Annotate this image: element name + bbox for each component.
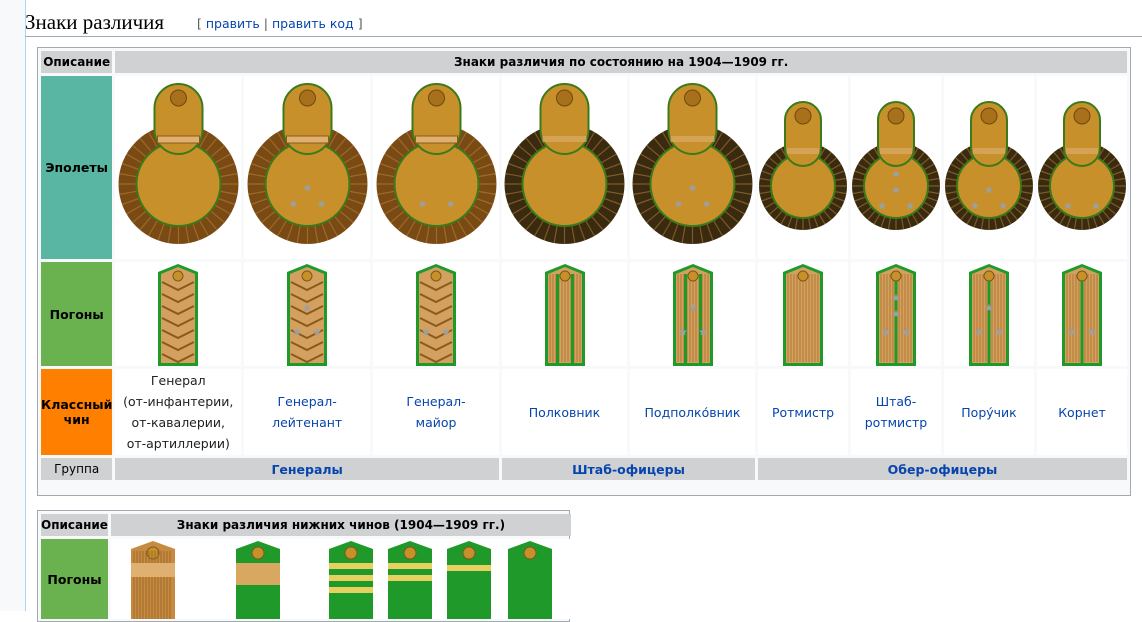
- row-label-pogony: Погоны: [41, 262, 113, 366]
- rank-link[interactable]: Штаб-ротмистр: [851, 391, 941, 433]
- epaulette-icon: [118, 82, 239, 244]
- epaulette-icon: [247, 82, 368, 244]
- shoulder-board-cell[interactable]: [851, 262, 941, 366]
- epaulette-cell[interactable]: [502, 76, 627, 259]
- row-label-epaulettes: Эполеты: [41, 76, 113, 259]
- epaulette-cell[interactable]: [630, 76, 755, 259]
- lower-ranks-boards[interactable]: [110, 539, 571, 619]
- rank-name[interactable]: Полковник: [502, 369, 627, 455]
- shoulder-board-icon: [287, 264, 328, 366]
- epaulette-cell[interactable]: [851, 76, 941, 259]
- edit-code-link[interactable]: править код: [272, 16, 354, 31]
- section-title: Знаки различия: [25, 10, 165, 34]
- epaulette-icon: [504, 82, 625, 244]
- epaulette-icon: [852, 100, 940, 230]
- group-generals[interactable]: Генералы: [115, 458, 499, 480]
- insignia-table-officers: Описание Знаки различия по состоянию на …: [37, 47, 1131, 496]
- shoulder-board-icon: [544, 264, 585, 366]
- epaulette-cell[interactable]: [758, 76, 848, 259]
- rank-link[interactable]: Пору́чик: [944, 402, 1034, 423]
- epaulette-icon: [632, 82, 753, 244]
- rank-name: Генерал (от-инфантерии, от-кавалерии, от-ар…: [115, 369, 242, 455]
- row-label-class: Классный чин: [41, 369, 113, 455]
- main-header: Знаки различия по состоянию на 1904—1909…: [115, 51, 1127, 73]
- epaulette-icon: [945, 100, 1033, 230]
- shoulder-board-cell[interactable]: [115, 262, 242, 366]
- row-label-group: Группа: [41, 458, 113, 480]
- shoulder-board-icon: [672, 264, 713, 366]
- rank-name[interactable]: Штаб-ротмистр: [851, 369, 941, 455]
- shoulder-board-cell[interactable]: [630, 262, 755, 366]
- rank-label: Генерал (от-инфантерии, от-кавалерии, от-ар…: [123, 373, 234, 451]
- rank-name[interactable]: Пору́чик: [944, 369, 1034, 455]
- epaulette-cell[interactable]: [373, 76, 499, 259]
- epaulette-cell[interactable]: [244, 76, 371, 259]
- shoulder-board-icon: [416, 264, 457, 366]
- edit-links: [ править | править код ]: [197, 16, 363, 31]
- epaulette-icon: [376, 82, 497, 244]
- shoulder-board-icon: [158, 264, 199, 366]
- rank-name[interactable]: Генерал-лейтенант: [244, 369, 371, 455]
- rank-name[interactable]: Корнет: [1037, 369, 1127, 455]
- rank-link[interactable]: Полковник: [502, 402, 627, 423]
- rank-link[interactable]: Генерал-лейтенант: [244, 391, 370, 433]
- epaulette-cell[interactable]: [115, 76, 242, 259]
- group-ober-officers[interactable]: Обер-офицеры: [758, 458, 1127, 480]
- shoulder-board-cell[interactable]: [944, 262, 1034, 366]
- shoulder-board-icon: [1062, 264, 1102, 366]
- rank-name[interactable]: Генерал-майор: [373, 369, 499, 455]
- lower-ranks-icons: [130, 541, 552, 619]
- row-label-pogony-2: Погоны: [41, 539, 108, 619]
- rank-link[interactable]: Подполко́вник: [630, 402, 755, 423]
- rank-link[interactable]: Генерал-майор: [373, 391, 499, 433]
- rank-link[interactable]: Корнет: [1037, 402, 1127, 423]
- left-margin: [0, 0, 26, 611]
- shoulder-board-cell[interactable]: [502, 262, 627, 366]
- main-header-2: Знаки различия нижних чинов (1904—1909 г…: [110, 514, 571, 536]
- epaulette-cell[interactable]: [1037, 76, 1127, 259]
- shoulder-board-icon: [969, 264, 1009, 366]
- rank-link[interactable]: Ротмистр: [758, 402, 848, 423]
- shoulder-board-cell[interactable]: [244, 262, 371, 366]
- desc-header-2: Описание: [41, 514, 108, 536]
- desc-header: Описание: [41, 51, 113, 73]
- epaulette-icon: [1038, 100, 1126, 230]
- shoulder-board-icon: [783, 264, 823, 366]
- insignia-table-lower-ranks: Описание Знаки различия нижних чинов (19…: [37, 510, 571, 622]
- epaulette-cell[interactable]: [944, 76, 1034, 259]
- section-heading: Знаки различия [ править | править код ]: [25, 6, 1142, 37]
- epaulette-icon: [759, 100, 847, 230]
- shoulder-board-cell[interactable]: [373, 262, 499, 366]
- group-staff-officers[interactable]: Штаб-офицеры: [502, 458, 755, 480]
- shoulder-board-cell[interactable]: [1037, 262, 1127, 366]
- rank-name[interactable]: Ротмистр: [758, 369, 848, 455]
- shoulder-board-icon: [876, 264, 916, 366]
- rank-name[interactable]: Подполко́вник: [630, 369, 755, 455]
- shoulder-board-cell[interactable]: [758, 262, 848, 366]
- edit-link[interactable]: править: [206, 16, 260, 31]
